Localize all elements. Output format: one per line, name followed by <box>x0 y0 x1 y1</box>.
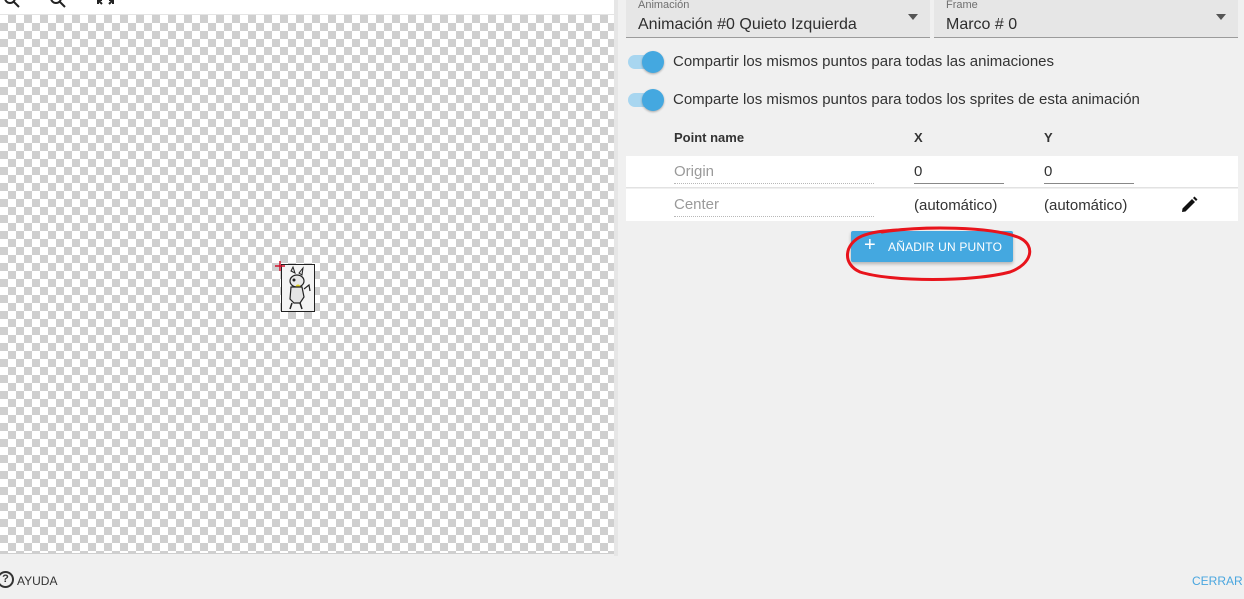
toggle-thumb[interactable] <box>642 51 664 73</box>
zoom-in-icon[interactable] <box>2 0 22 10</box>
table-row: Center (automático) (automático) <box>626 189 1238 221</box>
chevron-down-icon <box>1216 14 1226 20</box>
chevron-down-icon <box>908 14 918 20</box>
column-header-x: X <box>914 130 923 145</box>
red-annotation-circle <box>846 226 1032 281</box>
point-y-value: (automático) <box>1044 197 1128 214</box>
point-name-field[interactable]: Origin <box>674 163 874 184</box>
close-button[interactable]: CERRAR <box>1192 574 1243 588</box>
table-row: Origin 0 0 <box>626 156 1238 188</box>
fit-to-screen-icon[interactable] <box>96 0 116 10</box>
animation-select-value: Animación #0 Quieto Izquierda <box>638 16 857 33</box>
point-x-input[interactable]: 0 <box>914 163 1004 184</box>
point-x-value: (automático) <box>914 197 998 214</box>
help-button[interactable]: AYUDA <box>17 574 57 588</box>
frame-select-value: Marco # 0 <box>946 16 1018 33</box>
origin-point-marker[interactable] <box>275 258 285 271</box>
panel-divider[interactable] <box>614 0 618 556</box>
preview-toolbar <box>0 0 614 15</box>
toggle-label: Comparte los mismos puntos para todos lo… <box>673 91 1140 108</box>
zoom-out-icon[interactable] <box>48 0 68 10</box>
pencil-icon[interactable] <box>1179 195 1199 215</box>
animation-select-label: Animación <box>638 0 690 11</box>
help-icon[interactable]: ? <box>0 571 14 588</box>
point-y-input[interactable]: 0 <box>1044 163 1134 184</box>
preview-panel <box>0 0 618 556</box>
sprite-image <box>281 264 315 312</box>
toggle-label: Compartir los mismos puntos para todas l… <box>673 53 1054 70</box>
points-editor-panel: Animación Animación #0 Quieto Izquierda … <box>626 0 1244 556</box>
frame-select-label: Frame <box>946 0 978 11</box>
frame-select[interactable]: Frame Marco # 0 <box>934 0 1238 38</box>
toggle-thumb[interactable] <box>642 89 664 111</box>
column-header-y: Y <box>1044 130 1053 145</box>
column-header-point-name: Point name <box>674 130 745 145</box>
point-name-field[interactable]: Center <box>674 196 874 217</box>
animation-select[interactable]: Animación Animación #0 Quieto Izquierda <box>626 0 930 38</box>
